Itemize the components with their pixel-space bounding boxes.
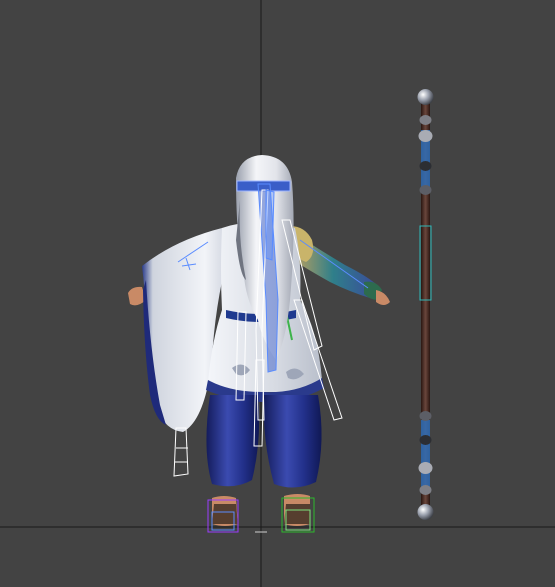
sleeve-hang-bone <box>173 427 189 477</box>
staff-knob-3 <box>419 161 432 171</box>
right-shoe <box>284 504 310 524</box>
ponytail-bone-chain-3 <box>265 189 275 261</box>
staff-top-ball <box>417 89 434 105</box>
3d-viewport[interactable] <box>0 0 555 587</box>
staff-knob-6 <box>419 435 432 445</box>
character-model[interactable] <box>128 155 390 526</box>
viewport-canvas[interactable] <box>0 0 555 587</box>
right-trouser <box>263 395 322 488</box>
sleeve-hang-bone-2 <box>175 447 188 463</box>
staff-knob-2 <box>418 130 433 142</box>
right-hand <box>376 290 390 305</box>
staff-bottom-ball <box>417 504 434 520</box>
staff-knob-5 <box>419 411 432 421</box>
staff-accent-lower <box>421 420 430 490</box>
staff-weapon[interactable] <box>417 89 434 520</box>
staff-knob-7 <box>418 462 433 474</box>
staff-knob-4 <box>419 185 432 195</box>
staff-knob-8 <box>419 485 432 495</box>
staff-knob-1 <box>419 115 432 125</box>
left-trouser <box>206 395 260 487</box>
